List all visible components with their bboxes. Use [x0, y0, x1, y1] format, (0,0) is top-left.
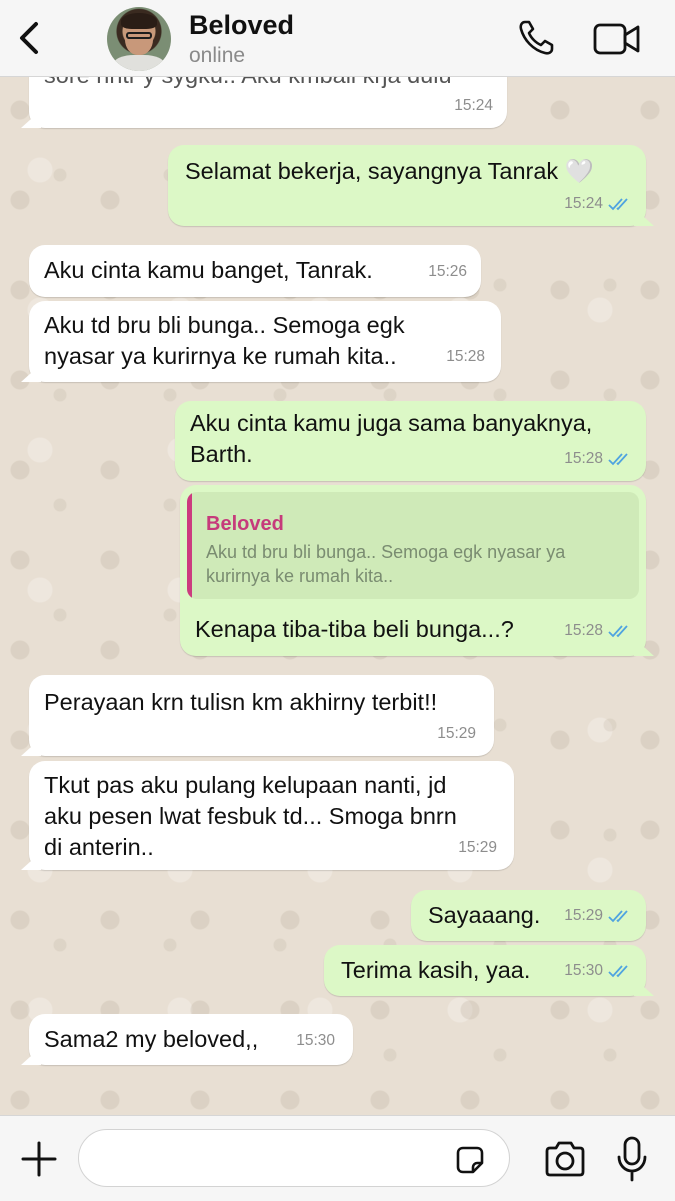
message-text: Sama2 my beloved,,: [44, 1026, 259, 1052]
read-receipt-icon: [608, 964, 628, 977]
message-outgoing[interactable]: Sayaaang. 15:29: [411, 890, 646, 941]
message-text: Perayaan krn tulisn km akhirny terbit!!: [44, 689, 438, 715]
quoted-message[interactable]: Beloved Aku td bru bli bunga.. Semoga eg…: [187, 492, 639, 599]
contact-name[interactable]: Beloved: [189, 10, 294, 41]
message-text: Tkut pas aku pulang kelupaan nanti, jd a…: [44, 772, 457, 860]
message-time: 15:28: [564, 450, 603, 467]
message-meta: 15:30: [296, 1025, 335, 1056]
chat-header: Beloved online: [0, 0, 675, 77]
message-time: 15:30: [296, 1032, 335, 1049]
message-outgoing[interactable]: Selamat bekerja, sayangnya Tanrak 🤍 15:2…: [168, 145, 646, 226]
message-composer: [0, 1115, 675, 1201]
message-outgoing-reply[interactable]: Beloved Aku td bru bli bunga.. Semoga eg…: [180, 485, 646, 656]
read-receipt-icon: [608, 909, 628, 922]
message-meta: 15:28: [446, 341, 485, 372]
message-text: Aku cinta kamu banget, Tanrak.: [44, 257, 373, 283]
message-input[interactable]: [78, 1129, 510, 1187]
microphone-icon[interactable]: [616, 1136, 648, 1182]
message-meta: 15:24: [454, 90, 493, 121]
message-time: 15:29: [564, 907, 603, 924]
message-meta: 15:28: [564, 615, 632, 646]
contact-status: online: [189, 44, 246, 67]
message-meta: 15:30: [564, 955, 632, 986]
message-time: 15:24: [564, 195, 603, 212]
message-time: 15:29: [437, 725, 476, 742]
message-text: Kenapa tiba-tiba beli bunga...?: [195, 616, 514, 642]
message-outgoing[interactable]: Terima kasih, yaa. 15:30: [324, 945, 646, 996]
read-receipt-icon: [608, 452, 628, 465]
read-receipt-icon: [608, 197, 628, 210]
phone-icon[interactable]: [516, 18, 556, 58]
message-time: 15:28: [446, 348, 485, 365]
message-meta: 15:26: [428, 256, 467, 287]
message-text: Sayaaang.: [428, 902, 541, 928]
message-incoming[interactable]: Perayaan krn tulisn km akhirny terbit!! …: [29, 675, 494, 756]
message-text: Aku cinta kamu juga sama banyaknya, Bart…: [190, 410, 593, 467]
message-incoming[interactable]: Aku cinta kamu banget, Tanrak. 15:26: [29, 245, 481, 297]
read-receipt-icon: [608, 624, 628, 637]
message-time: 15:28: [564, 622, 603, 639]
quote-author: Beloved: [206, 513, 284, 535]
message-meta: 15:29: [564, 900, 632, 931]
message-time: 15:30: [564, 962, 603, 979]
message-meta: 15:28: [564, 443, 632, 474]
message-text: Selamat bekerja, sayangnya Tanrak 🤍: [185, 158, 594, 184]
sticker-icon[interactable]: [453, 1143, 487, 1177]
message-incoming[interactable]: Aku td bru bli bunga.. Semoga egk nyasar…: [29, 301, 501, 382]
message-time: 15:26: [428, 263, 467, 280]
plus-icon[interactable]: [20, 1140, 58, 1178]
message-outgoing[interactable]: Aku cinta kamu juga sama banyaknya, Bart…: [175, 401, 646, 481]
message-meta: 15:24: [564, 188, 632, 219]
camera-icon[interactable]: [543, 1140, 587, 1178]
message-meta: 15:29: [458, 832, 497, 863]
message-text: Aku td bru bli bunga.. Semoga egk nyasar…: [44, 312, 405, 369]
message-incoming[interactable]: Tkut pas aku pulang kelupaan nanti, jd a…: [29, 761, 514, 870]
message-incoming[interactable]: Sama2 my beloved,, 15:30: [29, 1014, 353, 1065]
message-time: 15:29: [458, 839, 497, 856]
avatar[interactable]: [107, 7, 171, 71]
quote-text: Aku td bru bli bunga.. Semoga egk nyasar…: [206, 542, 566, 586]
video-camera-icon[interactable]: [593, 22, 641, 56]
chevron-left-icon[interactable]: [14, 20, 44, 56]
message-meta: 15:29: [437, 718, 476, 749]
message-time: 15:24: [454, 97, 493, 114]
quote-accent-bar: [187, 492, 192, 599]
message-text: Terima kasih, yaa.: [341, 957, 531, 983]
